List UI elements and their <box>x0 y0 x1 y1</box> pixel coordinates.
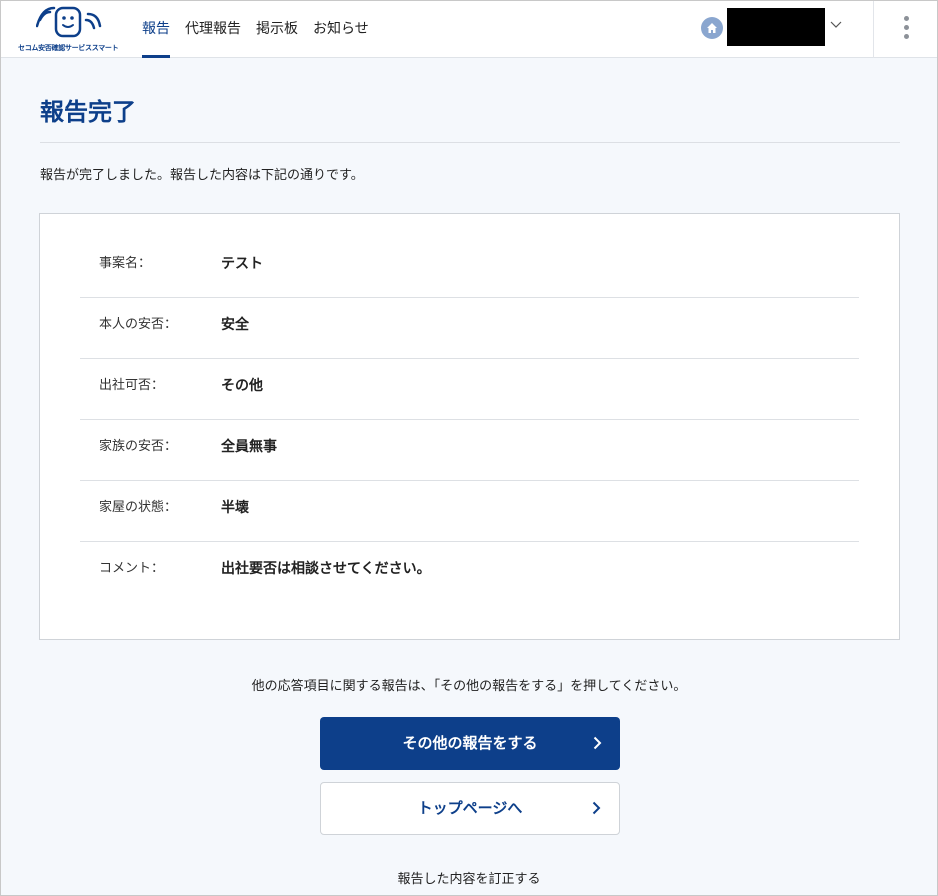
row-value: その他 <box>221 378 263 394</box>
logo-icon <box>36 6 102 38</box>
header-divider <box>873 0 874 58</box>
row-value: 半壊 <box>221 500 249 516</box>
top-page-button[interactable]: トップページへ <box>320 782 620 835</box>
app-logo[interactable]: セコム安否確認サービススマート <box>18 6 120 52</box>
summary-row-family-safety: 家族の安否： 全員無事 <box>80 420 859 481</box>
top-header: セコム安否確認サービススマート 報告 代理報告 掲示板 お知らせ <box>0 0 938 58</box>
intro-text: 報告が完了しました。報告した内容は下記の通りです。 <box>40 168 364 183</box>
nav-proxy-report[interactable]: 代理報告 <box>185 0 241 58</box>
summary-row-house-status: 家屋の状態： 半壊 <box>80 481 859 542</box>
row-label: 出社可否： <box>99 378 165 393</box>
row-label: 家族の安否： <box>99 439 178 454</box>
row-label: コメント： <box>99 561 165 576</box>
chevron-right-icon <box>592 801 601 815</box>
logo-text: セコム安否確認サービススマート <box>18 44 119 52</box>
summary-row-comment: コメント： 出社要否は相談させてください。 <box>80 542 859 603</box>
row-label: 本人の安否： <box>99 317 178 332</box>
row-value: テスト <box>221 256 263 272</box>
user-name-redacted[interactable] <box>727 8 825 46</box>
main-nav: 報告 代理報告 掲示板 お知らせ <box>142 0 384 58</box>
summary-row-attendance: 出社可否： その他 <box>80 359 859 420</box>
chevron-down-icon[interactable] <box>830 21 842 29</box>
other-report-button[interactable]: その他の報告をする <box>320 717 620 770</box>
correct-report-link[interactable]: 報告した内容を訂正する <box>0 868 938 887</box>
summary-row-self-safety: 本人の安否： 安全 <box>80 298 859 359</box>
report-summary-card: 事案名： テスト 本人の安否： 安全 出社可否： その他 家族の安否： 全員無事… <box>39 213 900 640</box>
page-title: 報告完了 <box>40 98 136 126</box>
row-value: 安全 <box>221 317 249 333</box>
row-value: 全員無事 <box>221 439 277 455</box>
chevron-right-icon <box>593 736 602 750</box>
button-label: その他の報告をする <box>402 734 538 752</box>
title-divider <box>40 142 900 143</box>
home-icon <box>701 17 723 39</box>
row-value: 出社要否は相談させてください。 <box>221 561 431 577</box>
kebab-menu-icon[interactable] <box>900 16 912 42</box>
row-label: 家屋の状態： <box>99 500 178 515</box>
button-label: トップページへ <box>417 799 523 817</box>
summary-row-incident: 事案名： テスト <box>80 237 859 298</box>
other-report-note: 他の応答項目に関する報告は、「その他の報告をする」を押してください。 <box>251 679 687 694</box>
nav-report[interactable]: 報告 <box>142 0 170 58</box>
nav-bulletin-board[interactable]: 掲示板 <box>256 0 298 58</box>
nav-notices[interactable]: お知らせ <box>313 0 369 58</box>
row-label: 事案名： <box>99 256 152 271</box>
